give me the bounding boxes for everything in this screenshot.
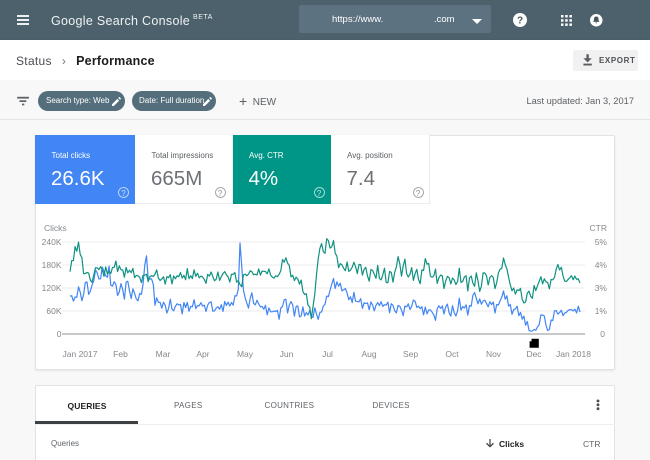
svg-text:Jul: Jul [322,349,333,359]
svg-text:180K: 180K [42,260,62,270]
svg-text:Feb: Feb [113,349,128,359]
svg-text:May: May [237,349,254,359]
svg-text:Sep: Sep [403,349,418,359]
svg-text:240K: 240K [42,237,62,247]
svg-text:Jan 2018: Jan 2018 [556,349,591,359]
svg-text:Apr: Apr [196,349,209,359]
svg-text:4%: 4% [595,260,608,270]
svg-text:Dec: Dec [526,349,542,359]
svg-text:Aug: Aug [361,349,376,359]
svg-text:120K: 120K [42,283,62,293]
svg-text:Jan 2017: Jan 2017 [63,349,98,359]
svg-text:?: ? [517,16,523,27]
svg-text:3%: 3% [595,283,608,293]
svg-text:5%: 5% [595,237,608,247]
svg-text:1%: 1% [595,306,608,316]
svg-text:Nov: Nov [486,349,502,359]
svg-text:CTR: CTR [590,223,607,233]
svg-text:Jun: Jun [280,349,294,359]
svg-text:Oct: Oct [445,349,459,359]
svg-text:Mar: Mar [156,349,171,359]
svg-text:0: 0 [57,329,62,339]
svg-text:0: 0 [600,329,605,339]
svg-text:60K: 60K [46,306,61,316]
svg-text:Clicks: Clicks [44,223,67,233]
